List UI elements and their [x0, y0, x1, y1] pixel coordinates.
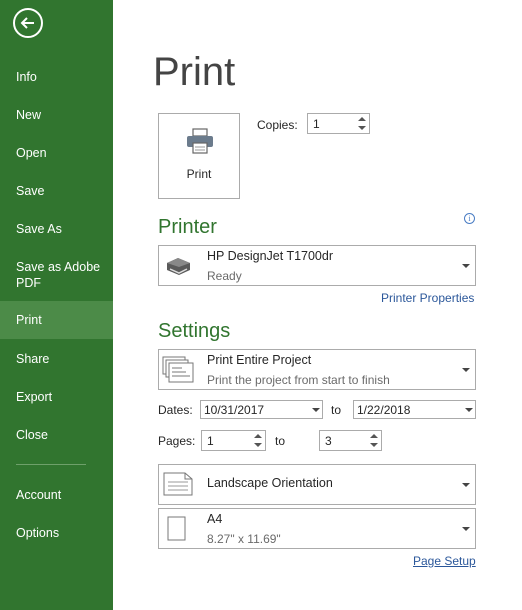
settings-section-title: Settings — [158, 320, 231, 342]
chevron-down-icon — [462, 368, 470, 372]
nav-new[interactable]: New — [0, 107, 113, 123]
nav-options[interactable]: Options — [0, 525, 113, 541]
print-scope-title: Print Entire Project — [207, 353, 312, 367]
paper-size-dimensions: 8.27" x 11.69" — [207, 532, 281, 546]
info-icon[interactable]: i — [464, 213, 475, 224]
nav-close[interactable]: Close — [0, 427, 113, 443]
nav-info[interactable]: Info — [0, 69, 113, 85]
print-scope-select[interactable]: Print Entire Project Print the project f… — [158, 349, 476, 390]
nav-account[interactable]: Account — [0, 487, 113, 503]
paper-size-name: A4 — [207, 512, 223, 526]
nav-export[interactable]: Export — [0, 389, 113, 405]
pages-stack-icon — [162, 356, 194, 383]
nav-divider — [16, 464, 86, 465]
date-to-select[interactable]: 1/22/2018 — [353, 400, 476, 419]
chevron-down-icon — [465, 408, 473, 412]
page-setup-link[interactable]: Page Setup — [413, 554, 476, 568]
dates-to-label: to — [331, 403, 342, 417]
nav-print[interactable]: Print — [0, 301, 113, 339]
pages-from-value: 1 — [207, 434, 214, 448]
pages-to-label: to — [275, 434, 286, 448]
orientation-select[interactable]: Landscape Orientation — [158, 464, 476, 505]
chevron-down-icon — [462, 483, 470, 487]
printer-properties-link[interactable]: Printer Properties — [381, 291, 474, 305]
portrait-page-icon — [167, 516, 186, 541]
printer-name: HP DesignJet T1700dr — [207, 249, 334, 263]
printer-section-title: Printer — [158, 216, 217, 238]
page-title: Print — [153, 50, 236, 94]
copies-stepper[interactable]: 1 — [307, 113, 370, 134]
pages-from-stepper[interactable]: 1 — [201, 430, 266, 451]
orientation-value: Landscape Orientation — [207, 476, 333, 490]
pages-from-spin-arrows[interactable] — [251, 431, 265, 450]
paper-size-select[interactable]: A4 8.27" x 11.69" — [158, 508, 476, 549]
copies-label: Copies: — [257, 118, 298, 132]
chevron-down-icon — [462, 527, 470, 531]
copies-value: 1 — [313, 117, 320, 131]
date-from-value: 10/31/2017 — [204, 403, 265, 417]
printer-select[interactable]: HP DesignJet T1700dr Ready — [158, 245, 476, 286]
printer-device-icon — [167, 258, 190, 275]
pages-to-stepper[interactable]: 3 — [319, 430, 382, 451]
print-scope-subtitle: Print the project from start to finish — [207, 373, 390, 387]
date-to-value: 1/22/2018 — [357, 403, 411, 417]
date-from-select[interactable]: 10/31/2017 — [200, 400, 323, 419]
copies-spin-arrows[interactable] — [355, 114, 369, 133]
backstage-sidebar: Info New Open Save Save As Save as Adobe… — [0, 0, 113, 610]
nav-save-as[interactable]: Save As — [0, 221, 113, 237]
nav-save-as-adobe-pdf[interactable]: Save as Adobe PDF — [0, 259, 113, 291]
printer-status: Ready — [207, 269, 242, 283]
chevron-down-icon — [312, 408, 320, 412]
printer-icon — [187, 128, 213, 154]
pages-to-value: 3 — [325, 434, 332, 448]
nav-share[interactable]: Share — [0, 351, 113, 367]
dates-label: Dates: — [158, 403, 193, 417]
pages-to-spin-arrows[interactable] — [367, 431, 381, 450]
print-button-label: Print — [186, 167, 212, 181]
chevron-down-icon — [462, 264, 470, 268]
pages-label: Pages: — [158, 434, 196, 448]
back-arrow-icon[interactable] — [13, 8, 43, 38]
print-button[interactable]: Print — [158, 113, 240, 199]
landscape-page-icon — [163, 472, 193, 496]
nav-save[interactable]: Save — [0, 183, 113, 199]
nav-open[interactable]: Open — [0, 145, 113, 161]
